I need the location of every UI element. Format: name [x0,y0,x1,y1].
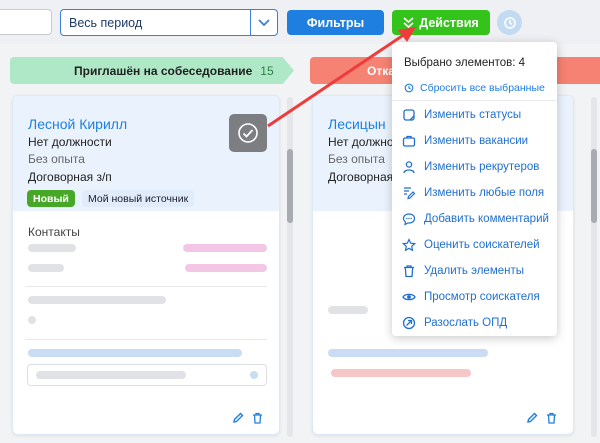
card-actions [526,412,557,424]
scrollbar[interactable] [287,97,293,437]
candidate-salary: Договорная [328,170,394,184]
eye-icon [402,293,416,301]
blurred-label [28,244,76,252]
period-value: Весь период [69,15,143,30]
scrollbar-thumb[interactable] [591,149,597,223]
user-icon [403,161,415,174]
period-select[interactable]: Весь период [60,9,278,36]
actions-menu: Выбрано элементов: 4 Сбросить все выбран… [392,42,557,336]
menu-item-add-comment[interactable]: Добавить комментарий [402,209,549,229]
filters-button[interactable]: Фильтры [287,10,384,35]
menu-item-send-opd[interactable]: Разослать ОПД [402,313,507,333]
blurred-label [328,306,368,314]
menu-item-change-fields[interactable]: Изменить любые поля [402,183,544,203]
menu-item-label: Изменить вакансии [424,135,529,147]
blurred-vacancy [28,349,242,357]
check-circle-icon [238,123,258,143]
menu-item-change-recruiters[interactable]: Изменить рекрутеров [402,157,539,177]
scrollbar-thumb[interactable] [287,149,293,223]
menu-divider [392,100,557,101]
blurred-email [185,264,267,272]
card-actions [232,412,263,424]
pencil-icon[interactable] [526,412,538,424]
candidate-position: Нет должности [28,135,112,149]
blurred-work-title [28,296,166,304]
status-badge: Новый [27,190,75,207]
column-header-invited: Приглашён на собеседование 15 [10,57,294,84]
pencil-icon[interactable] [232,412,244,424]
actions-button-label: Действия [419,15,479,30]
chevron-down-icon[interactable] [250,10,277,35]
star-icon [402,238,416,252]
blurred-work-value [28,316,36,324]
blurred-date [331,369,471,377]
candidate-experience: Без опыта [28,152,85,166]
divider [25,286,267,287]
edit-fields-icon [404,187,416,200]
briefcase-icon [402,135,416,147]
blurred-recruiter [36,371,186,379]
toolbar: Весь период Фильтры Действия [0,0,600,44]
menu-item-label: Добавить комментарий [424,213,549,225]
history-button[interactable] [497,10,522,35]
recruiter-field[interactable] [27,364,267,386]
reset-icon [404,83,414,93]
menu-item-label: Просмотр соискателя [424,291,540,303]
selected-count: Выбрано элементов: 4 [404,57,526,69]
trash-icon[interactable] [252,412,263,424]
menu-item-delete-elements[interactable]: Удалить элементы [402,261,524,281]
column-count: 15 [260,63,274,78]
menu-item-label: Изменить любые поля [424,187,545,199]
reset-label: Сбросить все выбранные [420,82,545,94]
menu-item-label: Разослать ОПД [424,317,508,329]
contacts-title: Контакты [28,225,80,239]
column-title: Отка [367,63,395,78]
trash-icon [404,265,414,278]
blurred-phone [183,244,267,252]
selected-checkbox[interactable] [229,114,267,152]
source-badge: Мой новый источник [82,190,195,207]
menu-item-view-candidate[interactable]: Просмотр соискателя [402,287,540,307]
menu-item-change-vacancies[interactable]: Изменить вакансии [402,131,528,151]
scrollbar[interactable] [591,97,597,437]
menu-item-label: Изменить рекрутеров [424,161,540,173]
comment-icon [402,213,416,226]
menu-item-change-statuses[interactable]: Изменить статусы [402,105,521,125]
trash-icon[interactable] [546,412,557,424]
history-icon [503,16,516,29]
menu-item-label: Оценить соискателей [424,239,540,251]
send-icon [402,316,416,330]
column-title: Приглашён на собеседование [74,63,253,78]
menu-item-rate-candidates[interactable]: Оценить соискателей [402,235,540,255]
blurred-label [28,264,64,272]
edit-status-icon [403,109,415,121]
double-chevron-down-icon [403,17,414,28]
search-input[interactable] [0,9,52,35]
menu-item-label: Удалить элементы [424,265,525,277]
menu-item-label: Изменить статусы [424,109,522,121]
candidate-card[interactable]: Лесной Кирилл Нет должности Без опыта До… [12,95,280,435]
candidate-name-link[interactable]: Лесной Кирилл [28,116,127,132]
candidate-name-link[interactable]: Лесицын [328,116,386,132]
blurred-vacancy [328,349,488,357]
candidate-salary: Договорная з/п [28,170,112,184]
add-icon[interactable] [250,371,258,379]
candidate-experience: Без опыта [328,152,385,166]
actions-button[interactable]: Действия [392,10,490,35]
divider [25,339,267,340]
reset-selection-link[interactable]: Сбросить все выбранные [404,82,545,94]
